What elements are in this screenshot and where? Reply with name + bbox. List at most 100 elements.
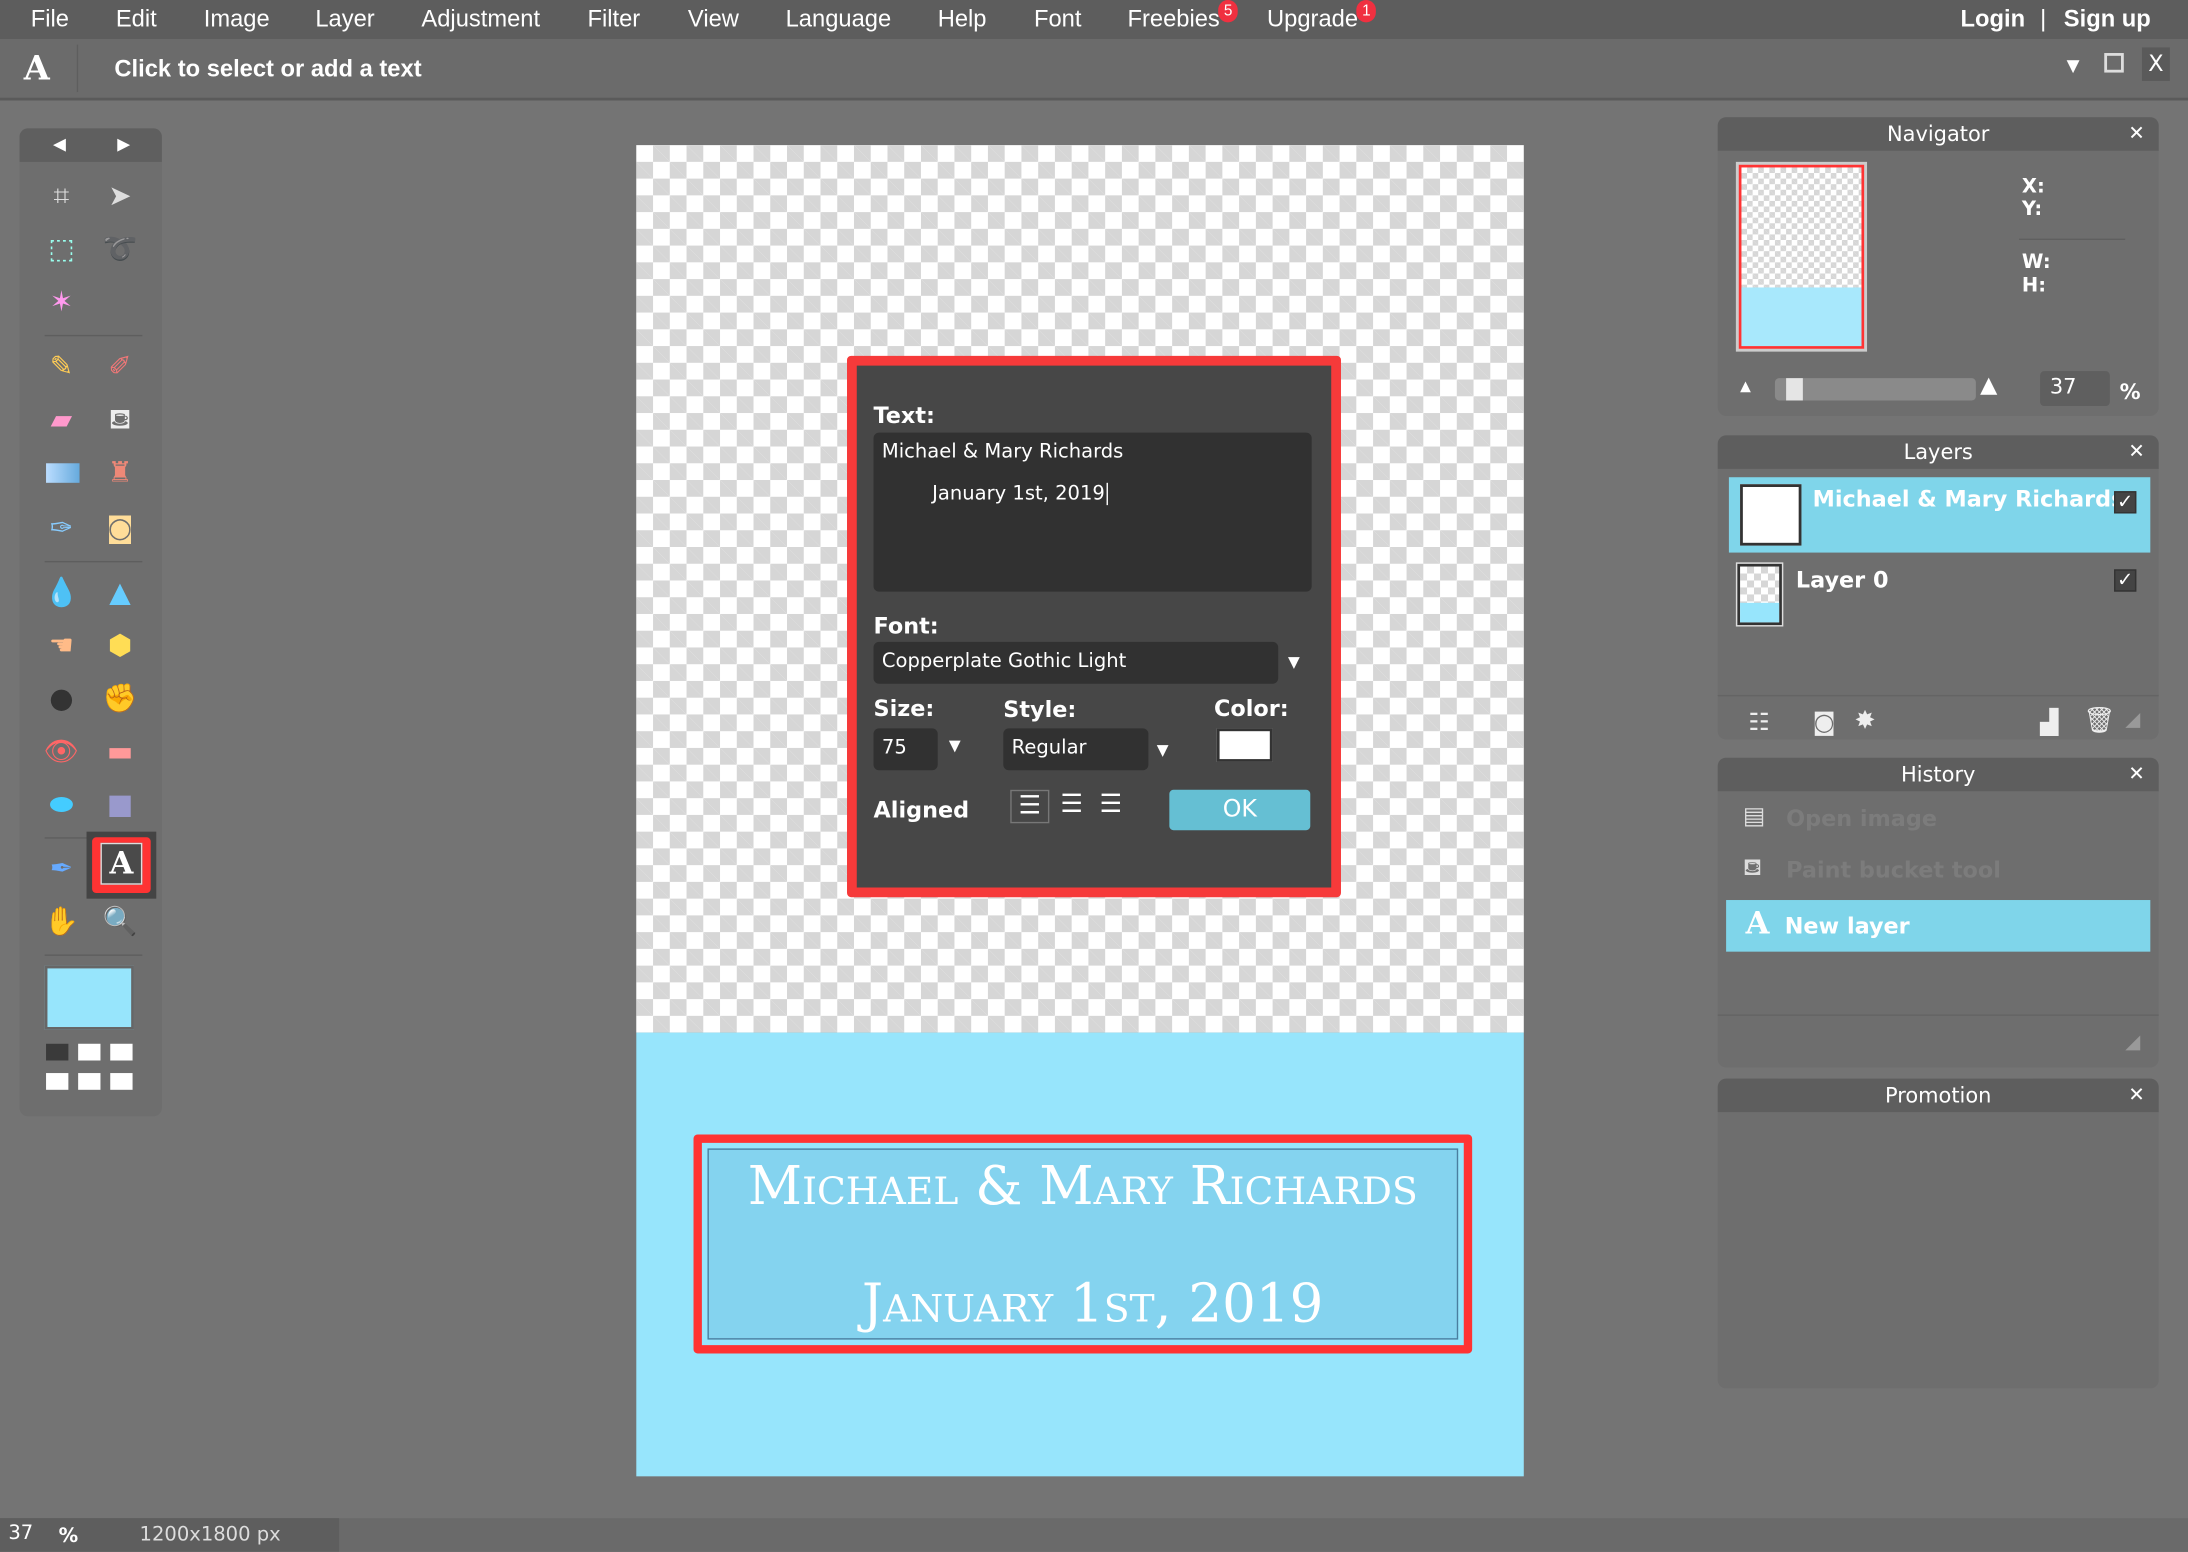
history-item-selected[interactable]: A New layer xyxy=(1726,900,2151,952)
close-icon[interactable]: ✕ xyxy=(2128,435,2144,468)
navigator-thumbnail[interactable] xyxy=(1735,161,1868,352)
close-icon[interactable]: X xyxy=(2141,47,2170,81)
hand-icon[interactable]: ✋ xyxy=(42,901,81,940)
paint-bucket-icon[interactable]: ⛾ xyxy=(100,399,139,438)
menu-adjustment[interactable]: Adjustment xyxy=(421,6,540,34)
history-item[interactable]: ⛾ Paint bucket tool xyxy=(1729,854,2150,890)
zoom-slider-handle[interactable] xyxy=(1786,378,1803,401)
swatch-white[interactable] xyxy=(110,1043,133,1061)
login-link[interactable]: Login xyxy=(1961,6,2026,34)
layer-visibility-checkbox[interactable]: ✓ xyxy=(2114,491,2137,514)
menu-layer[interactable]: Layer xyxy=(315,6,374,34)
status-zoom[interactable]: 37 xyxy=(8,1522,33,1544)
brush-icon[interactable]: ✐ xyxy=(100,346,139,385)
history-item[interactable]: ▤ Open image xyxy=(1729,802,2150,838)
delete-layer-icon[interactable]: 🗑 xyxy=(2083,706,2115,735)
promotion-title: Promotion xyxy=(1884,1082,1992,1108)
color-label: Color: xyxy=(1213,694,1289,722)
zoom-icon[interactable]: 🔍 xyxy=(100,901,139,940)
magic-wand-icon[interactable]: ✶ xyxy=(42,282,81,321)
red-eye-icon[interactable]: 👁 xyxy=(42,731,81,770)
draw-shape-icon[interactable]: ◙ xyxy=(100,508,139,547)
size-input[interactable]: 75 xyxy=(873,728,938,771)
swatch-white[interactable] xyxy=(78,1043,101,1061)
style-dropdown-icon[interactable]: ▼ xyxy=(1157,741,1169,759)
align-center-icon[interactable]: ☰ xyxy=(1052,790,1091,823)
pinch-icon[interactable]: ■ xyxy=(100,784,139,823)
style-select[interactable]: Regular xyxy=(1003,728,1149,771)
menu-upgrade[interactable]: Upgrade 1 xyxy=(1267,0,1377,34)
font-dropdown-icon[interactable]: ▼ xyxy=(1288,653,1300,671)
menu-image[interactable]: Image xyxy=(204,6,270,34)
restore-icon[interactable] xyxy=(2104,53,2124,73)
history-label: New layer xyxy=(1784,912,1910,940)
menu-language[interactable]: Language xyxy=(786,6,892,34)
toolbox-left-arrow-icon[interactable]: ◀ xyxy=(53,134,66,154)
zoom-slider[interactable] xyxy=(1774,378,1976,401)
w-label: W: xyxy=(2021,251,2051,274)
lasso-icon[interactable]: ➰ xyxy=(100,229,139,268)
bloat-icon[interactable]: ⬬ xyxy=(42,784,81,823)
zoom-in-icon[interactable]: ▲ xyxy=(1980,371,1997,398)
toolbox-right-arrow-icon[interactable]: ▶ xyxy=(117,134,130,154)
eraser-icon[interactable]: ▰ xyxy=(42,399,81,438)
color-replace-icon[interactable]: ✑ xyxy=(42,508,81,547)
clone-stamp-icon[interactable]: ♜ xyxy=(100,452,139,491)
sponge-icon[interactable]: ⬢ xyxy=(100,625,139,664)
resize-icon[interactable]: ◢ xyxy=(2125,1031,2140,1053)
pencil-icon[interactable]: ✎ xyxy=(42,346,81,385)
text-layer-box[interactable]: Michael & Mary Richards January 1st, 201… xyxy=(707,1148,1459,1340)
marquee-icon[interactable]: ⬚ xyxy=(42,229,81,268)
menu-edit[interactable]: Edit xyxy=(116,6,157,34)
new-layer-icon[interactable]: ▟ xyxy=(2040,709,2058,737)
crop-icon[interactable]: ⌗ xyxy=(42,176,81,215)
layer-visibility-checkbox[interactable]: ✓ xyxy=(2114,569,2137,592)
layer-item[interactable]: Layer 0 ✓ xyxy=(1729,555,2150,630)
smudge-icon[interactable]: ☚ xyxy=(42,625,81,664)
close-icon[interactable]: ✕ xyxy=(2128,117,2144,150)
text-input[interactable]: Michael & Mary Richards January 1st, 201… xyxy=(873,432,1312,592)
menu-filter[interactable]: Filter xyxy=(587,6,640,34)
signup-link[interactable]: Sign up xyxy=(2064,6,2151,34)
layer-mask-icon[interactable]: ◙ xyxy=(1813,709,1836,737)
menu-help[interactable]: Help xyxy=(938,6,987,34)
spot-heal-icon[interactable]: ▬ xyxy=(100,731,139,770)
swatch-black[interactable] xyxy=(46,1043,69,1061)
zoom-out-icon[interactable]: ▲ xyxy=(1740,380,1751,395)
close-icon[interactable]: ✕ xyxy=(2128,1079,2144,1112)
ok-button[interactable]: OK xyxy=(1169,789,1311,831)
font-select[interactable]: Copperplate Gothic Light xyxy=(873,641,1279,684)
text-tool-icon[interactable]: A xyxy=(100,842,143,885)
menu-font[interactable]: Font xyxy=(1034,6,1081,34)
blur-icon[interactable]: 💧 xyxy=(42,572,81,611)
size-dropdown-icon[interactable]: ▼ xyxy=(949,737,961,755)
align-left-icon[interactable]: ☰ xyxy=(1010,789,1050,824)
toolbox: ◀ ▶ ⌗ ➤ ⬚ ➰ ✶ ✎ ✐ ▰ ⛾ ♜ ✑ ◙ 💧 ▲ ☚ ⬢ ● ✊ … xyxy=(19,128,162,1117)
upgrade-badge: 1 xyxy=(1356,0,1377,23)
primary-color-swatch[interactable] xyxy=(44,965,134,1030)
layer-effects-icon[interactable]: ✸ xyxy=(1854,706,1875,735)
burn-icon[interactable]: ✊ xyxy=(100,678,139,717)
gradient-icon[interactable] xyxy=(46,463,80,483)
swatch-white[interactable] xyxy=(78,1073,101,1090)
color-swatch[interactable] xyxy=(1216,728,1273,762)
resize-icon[interactable]: ◢ xyxy=(2125,709,2140,731)
swatch-white[interactable] xyxy=(46,1073,69,1090)
layer-item-selected[interactable]: Michael & Mary Richards ✓ xyxy=(1728,477,2151,553)
move-icon[interactable]: ➤ xyxy=(100,176,139,215)
menu-freebies[interactable]: Freebies 5 xyxy=(1127,0,1238,34)
layer-settings-icon[interactable]: ☷ xyxy=(1748,709,1769,737)
collapse-icon[interactable]: ▼ xyxy=(2067,56,2080,76)
color-picker-icon[interactable]: ✒ xyxy=(42,848,81,887)
close-icon[interactable]: ✕ xyxy=(2128,758,2144,791)
sharpen-icon[interactable]: ▲ xyxy=(100,572,139,611)
image-size: 1200x1800 px xyxy=(139,1523,281,1547)
menu-file[interactable]: File xyxy=(31,6,69,34)
dodge-icon[interactable]: ● xyxy=(42,678,81,717)
swatch-white[interactable] xyxy=(110,1073,133,1090)
menu-view[interactable]: View xyxy=(688,6,739,34)
layer-name: Layer 0 xyxy=(1795,566,1889,594)
zoom-input[interactable]: 37 xyxy=(2040,371,2110,407)
align-right-icon[interactable]: ☰ xyxy=(1091,790,1130,823)
canvas-text-line1: Michael & Mary Richards xyxy=(747,1155,1418,1217)
